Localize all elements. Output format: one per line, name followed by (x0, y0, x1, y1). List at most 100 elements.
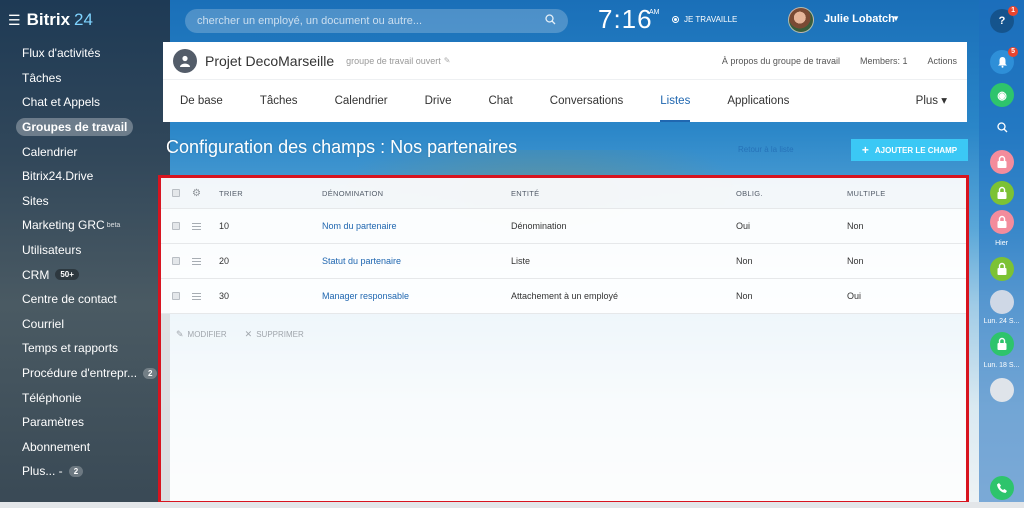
edit-pencil-icon[interactable]: ✎ (444, 56, 451, 65)
sidebar-item[interactable]: Sites (0, 189, 163, 214)
sidebar-item[interactable]: Temps et rapports (0, 336, 163, 361)
tab-item[interactable]: Calendrier (335, 80, 388, 122)
sidebar-item[interactable]: Abonnement (0, 435, 163, 460)
chat-item-4[interactable] (990, 257, 1014, 281)
row-checkbox[interactable] (172, 257, 180, 265)
back-link[interactable]: Retour à la liste (738, 145, 794, 154)
right-sidebar: ? 1 5 ◉ Hier Lun. 24 S... Lun. 18 S... (979, 0, 1024, 508)
open-lines-button[interactable]: ◉ (990, 83, 1014, 107)
delete-button[interactable]: ✕ SUPPRIMER (245, 329, 304, 340)
sidebar-item[interactable]: Groupes de travail (0, 115, 163, 140)
sidebar-item[interactable]: Courriel (0, 312, 163, 337)
tab-item[interactable]: Chat (488, 80, 512, 122)
chat-item-3[interactable] (990, 210, 1014, 234)
user-name[interactable]: Julie Lobatch (824, 13, 895, 25)
chat-item-1[interactable] (990, 150, 1014, 174)
cell-entity: Attachement à un employé (511, 291, 619, 301)
recent-label-chat2: Lun. 18 S... (983, 362, 1020, 369)
tab-more[interactable]: Plus ▾ (916, 80, 947, 122)
sidebar-item[interactable]: Marketing GRC beta (0, 213, 163, 238)
sidebar-item[interactable]: Chat et Appels (0, 90, 163, 115)
cell-name-link[interactable]: Manager responsable (322, 291, 511, 301)
tab-item[interactable]: Listes (660, 80, 691, 122)
lock-icon (997, 215, 1007, 228)
sidebar-item[interactable]: Paramètres (0, 410, 163, 435)
close-icon: ✕ (244, 328, 253, 339)
workgroup-links: À propos du groupe de travail Members: 1… (722, 56, 957, 66)
avatar[interactable] (788, 7, 814, 33)
column-header-required[interactable]: OBLIG. (736, 189, 847, 198)
tab-item[interactable]: De base (180, 80, 223, 122)
select-all-checkbox[interactable] (172, 189, 180, 197)
cell-entity: Liste (511, 256, 531, 266)
sidebar-menu: Flux d'activités Tâches Chat et Appels Grou… (0, 40, 163, 484)
sidebar-item[interactable]: Calendrier (0, 139, 163, 164)
edit-button[interactable]: ✎ MODIFIER (176, 329, 227, 340)
chat-item-6[interactable] (990, 332, 1014, 356)
chat-item-7-avatar[interactable] (990, 378, 1014, 402)
row-checkbox[interactable] (172, 292, 180, 300)
sidebar-item-label: Calendrier (22, 144, 78, 159)
help-icon: ? (998, 15, 1006, 27)
work-status-label: JE TRAVAILLE (684, 15, 738, 24)
cell-name-link[interactable]: Nom du partenaire (322, 221, 511, 231)
logo-row: ☰ Bitrix 24 (0, 0, 163, 40)
workgroup-panel: Projet DecoMarseille groupe de travail o… (163, 42, 967, 122)
tab-item[interactable]: Drive (425, 80, 452, 122)
table-row[interactable]: 30 Manager responsable Attachement à un em… (161, 279, 966, 314)
tab-item[interactable]: Conversations (550, 80, 624, 122)
sidebar-item[interactable]: Utilisateurs (0, 238, 163, 263)
row-checkbox-cell (172, 222, 185, 230)
chat-item-5-avatar[interactable] (990, 290, 1014, 314)
search-box[interactable] (185, 9, 568, 33)
column-header-sort[interactable]: TRIER (219, 189, 322, 198)
sidebar-item[interactable]: Bitrix24.Drive (0, 164, 163, 189)
row-checkbox[interactable] (172, 222, 180, 230)
cell-multiple: Non (847, 221, 864, 231)
sidebar-item-label: Centre de contact (22, 292, 117, 307)
sidebar-item[interactable]: Procédure d'entrepr... 2 (0, 361, 163, 386)
call-button[interactable] (990, 476, 1014, 500)
about-group-link[interactable]: À propos du groupe de travail (722, 56, 840, 66)
gear-icon[interactable]: ⚙ (192, 188, 201, 199)
add-field-button[interactable]: + AJOUTER LE CHAMP (851, 139, 968, 161)
members-link[interactable]: Members: 1 (860, 56, 908, 66)
cell-entity: Dénomination (511, 221, 567, 231)
row-checkbox-cell (172, 292, 185, 300)
sidebar-item-label: Marketing GRC (22, 218, 105, 233)
sidebar-item[interactable]: Tâches (0, 66, 163, 91)
sidebar-item[interactable]: Téléphonie (0, 385, 163, 410)
table-row[interactable]: 10 Nom du partenaire Dénomination Oui Non (161, 209, 966, 244)
search-input[interactable] (197, 15, 545, 27)
chevron-down-icon[interactable]: ▼ (892, 14, 900, 23)
row-menu-icon[interactable] (192, 257, 201, 265)
logo-brand[interactable]: Bitrix (27, 10, 70, 30)
row-menu-icon[interactable] (192, 292, 201, 300)
tab-item[interactable]: Tâches (260, 80, 298, 122)
sidebar-item[interactable]: Plus... - 2 (0, 459, 163, 484)
work-status[interactable]: JE TRAVAILLE (672, 15, 737, 24)
sidebar-item[interactable]: CRM 50+ (0, 262, 163, 287)
table-row[interactable]: 20 Statut du partenaire Liste Non Non (161, 244, 966, 279)
sidebar-item-label: Courriel (22, 316, 65, 331)
sidebar-item[interactable]: Centre de contact (0, 287, 163, 312)
notifications-button[interactable]: 5 (990, 47, 1018, 74)
header-checkbox-cell (172, 189, 185, 197)
tab-item[interactable]: Applications (727, 80, 789, 122)
search-icon[interactable] (545, 14, 556, 28)
chat-item-2[interactable] (990, 181, 1014, 205)
logo-number[interactable]: 24 (74, 10, 93, 30)
column-header-entity[interactable]: ENTITÉ (511, 189, 736, 198)
help-button[interactable]: ? 1 (990, 6, 1018, 33)
search-contacts-button[interactable] (990, 115, 1014, 139)
column-header-name[interactable]: DÉNOMINATION (322, 189, 511, 198)
actions-link[interactable]: Actions (927, 56, 957, 66)
sidebar-item[interactable]: Flux d'activités (0, 41, 163, 66)
cell-name-link[interactable]: Statut du partenaire (322, 256, 511, 266)
sidebar-item-sup: beta (106, 221, 121, 229)
row-menu-cell (185, 257, 219, 265)
column-header-multiple[interactable]: MULTIPLE (847, 189, 947, 198)
bottom-strip (0, 502, 1024, 508)
row-menu-icon[interactable] (192, 222, 201, 230)
hamburger-menu-icon[interactable]: ☰ (8, 12, 21, 29)
